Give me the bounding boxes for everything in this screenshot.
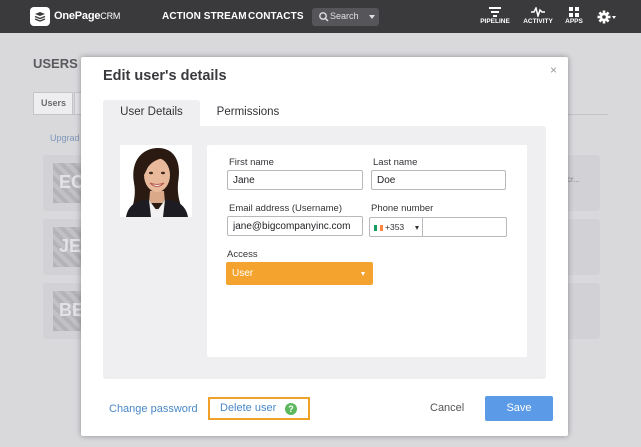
first-name-label: First name bbox=[229, 157, 274, 168]
apps-label: APPS bbox=[565, 18, 583, 25]
activity-label: ACTIVITY bbox=[523, 18, 553, 25]
user-photo[interactable] bbox=[120, 145, 192, 217]
tab-permissions[interactable]: Permissions bbox=[205, 100, 291, 126]
phone-field[interactable] bbox=[422, 217, 507, 237]
top-navigation-bar: OnePageCRM ACTION STREAM CONTACTS Search… bbox=[0, 0, 641, 33]
close-icon[interactable]: × bbox=[550, 63, 557, 77]
logo-icon[interactable] bbox=[30, 7, 50, 26]
user-details-panel: First name Last name Email address (User… bbox=[103, 126, 546, 379]
save-button[interactable]: Save bbox=[485, 396, 553, 421]
tab-user-details[interactable]: User Details bbox=[103, 100, 200, 126]
help-icon[interactable]: ? bbox=[285, 403, 297, 415]
page-title: USERS bbox=[33, 56, 78, 71]
truncated-text: cr... bbox=[567, 175, 580, 184]
search-input[interactable]: Search bbox=[330, 11, 359, 21]
delete-user-highlight[interactable]: Delete user ? bbox=[208, 397, 310, 420]
pipeline-icon bbox=[489, 7, 501, 17]
apps-icon bbox=[569, 7, 579, 17]
tab-users[interactable]: Users bbox=[33, 92, 73, 114]
search-icon bbox=[319, 12, 329, 22]
phone-prefix-value: +353 bbox=[385, 222, 405, 232]
phone-country-select[interactable]: +353 bbox=[369, 217, 423, 237]
nav-contacts[interactable]: CONTACTS bbox=[248, 11, 304, 22]
access-select[interactable]: User bbox=[226, 262, 373, 285]
first-name-field[interactable] bbox=[227, 170, 363, 190]
upgrade-link[interactable]: Upgrad bbox=[50, 133, 80, 143]
last-name-field[interactable] bbox=[371, 170, 506, 190]
email-label: Email address (Username) bbox=[229, 203, 342, 214]
access-label: Access bbox=[227, 249, 258, 260]
chevron-down-icon bbox=[415, 226, 419, 230]
change-password-link[interactable]: Change password bbox=[109, 403, 198, 415]
user-form: First name Last name Email address (User… bbox=[207, 145, 527, 357]
activity-icon bbox=[531, 7, 545, 17]
email-field[interactable] bbox=[227, 216, 363, 236]
settings-menu[interactable] bbox=[597, 9, 617, 25]
gear-icon bbox=[597, 10, 616, 24]
phone-label: Phone number bbox=[371, 203, 434, 214]
chevron-down-icon bbox=[361, 272, 365, 276]
cancel-button[interactable]: Cancel bbox=[430, 402, 464, 414]
edit-user-dialog: Edit user's details × User Details Permi… bbox=[81, 57, 568, 436]
dialog-title: Edit user's details bbox=[103, 68, 227, 84]
pipeline-label: PIPELINE bbox=[480, 18, 510, 25]
nav-activity[interactable]: ACTIVITY bbox=[522, 7, 554, 29]
delete-user-link[interactable]: Delete user bbox=[220, 402, 276, 414]
last-name-label: Last name bbox=[373, 157, 418, 168]
nav-pipeline[interactable]: PIPELINE bbox=[479, 7, 511, 29]
ireland-flag-icon bbox=[374, 225, 383, 231]
nav-action-stream[interactable]: ACTION STREAM bbox=[162, 11, 247, 22]
logo-text[interactable]: OnePageCRM bbox=[54, 10, 120, 22]
nav-apps[interactable]: APPS bbox=[558, 7, 590, 29]
chevron-down-icon[interactable] bbox=[369, 15, 375, 19]
search-box[interactable]: Search bbox=[312, 8, 379, 26]
user-photo-image bbox=[120, 145, 192, 217]
access-value: User bbox=[232, 268, 254, 279]
